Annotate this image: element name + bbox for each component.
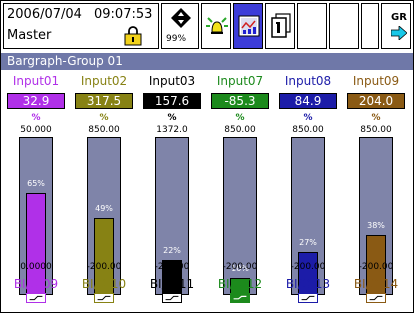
batch-pages-icon [271, 13, 291, 38]
scale-min-label: -200.00 [86, 262, 122, 272]
scale-min-label: -200.00 [358, 262, 394, 272]
channel-unit: % [167, 113, 177, 123]
user-name: Master [7, 28, 52, 43]
trend-active-icon [230, 293, 250, 303]
channel-unit: % [371, 113, 381, 123]
datetime-user-panel: 2006/07/04 09:07:53 Master [3, 3, 159, 49]
time-display: 09:07:53 [94, 7, 153, 22]
bio-label: BI/O 09 [13, 277, 59, 291]
alarm-button[interactable] [201, 3, 231, 49]
scale-max-label: 850.00 [292, 125, 324, 135]
channel-column[interactable]: Input03 157.6% 1372.0 22% -200.00 BI/O 11 [139, 71, 205, 311]
recorder-screen: 2006/07/04 09:07:53 Master 99% GR Bargra… [0, 0, 414, 313]
scale-max-label: 1372.0 [156, 125, 188, 135]
channel-value: -85.3 [211, 93, 269, 109]
date-display: 2006/07/04 [7, 7, 82, 22]
trend-normal-icon [26, 293, 46, 303]
scale-max-label: 850.00 [88, 125, 120, 135]
channel-column[interactable]: Input08 84.9% 850.00 27% -200.00 BI/O 13 [275, 71, 341, 311]
memory-status-button[interactable]: 99% [161, 3, 199, 49]
bio-label: BI/O 10 [81, 277, 127, 291]
group-switch-label: GR [391, 12, 407, 23]
bargraph-percent: 22% [163, 246, 181, 255]
key-lock-icon [124, 26, 142, 46]
channel-tag: Input08 [284, 74, 332, 88]
channel-tag: Input03 [148, 74, 196, 88]
trend-normal-icon [366, 293, 386, 303]
alarm-bell-icon [206, 17, 228, 34]
bargraph-percent: 27% [299, 238, 317, 247]
scale-max-label: 850.00 [224, 125, 256, 135]
display-screen-icon [238, 15, 260, 37]
bio-label: BI/O 12 [217, 277, 263, 291]
empty-status-slot [297, 3, 327, 49]
bio-label: BI/O 11 [149, 277, 195, 291]
scale-min-label: -200.00 [290, 262, 326, 272]
channel-unit: % [303, 113, 313, 123]
group-title: Bargraph-Group 01 [7, 54, 123, 68]
channel-column[interactable]: Input02 317.5% 850.00 49% -200.00 BI/O 10 [71, 71, 137, 311]
channel-column[interactable]: Input01 32.9% 50.000 65% 0.0000 BI/O 09 [3, 71, 69, 311]
memory-percent: 99% [166, 34, 187, 44]
scale-max-label: 50.000 [20, 125, 52, 135]
channel-tag: Input02 [80, 74, 128, 88]
channel-value: 204.0 [347, 93, 405, 109]
channel-tag: Input01 [12, 74, 60, 88]
display-select-button[interactable] [233, 3, 263, 49]
channel-unit: % [31, 113, 41, 123]
bargraph-percent: 49% [95, 204, 113, 213]
memory-media-icon [171, 8, 191, 28]
channel-column[interactable]: Input09 204.0% 850.00 38% -200.00 BI/O 14 [343, 71, 409, 311]
bargraph-percent: 38% [367, 221, 385, 230]
channel-column[interactable]: Input07 -85.3% 850.00 10% -200.00 BI/O 12 [207, 71, 273, 311]
scale-min-label: -200.00 [154, 262, 190, 272]
scale-min-label: 0.0000 [20, 262, 52, 272]
bio-label: BI/O 13 [285, 277, 331, 291]
bargraph-percent: 65% [27, 179, 45, 188]
channel-unit: % [235, 113, 245, 123]
trend-normal-icon [162, 293, 182, 303]
channel-value: 32.9 [7, 93, 65, 109]
scale-max-label: 850.00 [360, 125, 392, 135]
bio-label: BI/O 14 [353, 277, 399, 291]
arrow-right-icon [391, 26, 407, 40]
channel-tag: Input07 [216, 74, 264, 88]
trend-normal-icon [298, 293, 318, 303]
empty-status-slot [329, 3, 359, 49]
scale-min-label: -200.00 [222, 262, 258, 272]
channel-value: 157.6 [143, 93, 201, 109]
trend-normal-icon [94, 293, 114, 303]
channel-unit: % [99, 113, 109, 123]
empty-status-slot [361, 3, 379, 49]
group-switch-button[interactable]: GR [381, 3, 411, 49]
channel-value: 317.5 [75, 93, 133, 109]
batch-button[interactable] [265, 3, 295, 49]
channel-tag: Input09 [352, 74, 400, 88]
status-header: 2006/07/04 09:07:53 Master 99% GR [1, 1, 413, 53]
channel-value: 84.9 [279, 93, 337, 109]
group-title-bar: Bargraph-Group 01 [1, 53, 413, 70]
